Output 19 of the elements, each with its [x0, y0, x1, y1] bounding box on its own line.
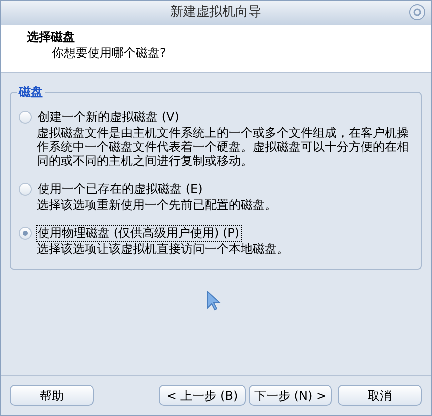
group-title: 磁盘: [17, 84, 45, 100]
option-description: 选择该选项重新使用一个先前已配置的磁盘。: [36, 198, 278, 212]
page-title: 选择磁盘: [27, 30, 76, 45]
radio-label[interactable]: 创建一个新的虚拟磁盘 (V): [36, 109, 182, 126]
cancel-button[interactable]: 取消: [338, 385, 422, 406]
page-subtitle: 你想要使用哪个磁盘?: [51, 45, 168, 61]
option-description: 选择该选项让该虚拟机直接访问一个本地磁盘。: [36, 242, 290, 256]
pointer-icon: [207, 291, 221, 311]
radio-button[interactable]: [19, 183, 32, 196]
window-title: 新建虚拟机向导: [170, 4, 262, 22]
close-icon[interactable]: [409, 4, 426, 21]
radio-label[interactable]: 使用一个已存在的虚拟磁盘 (E): [36, 181, 205, 198]
back-button[interactable]: < 上一步 (B): [159, 385, 246, 406]
radio-label[interactable]: 使用物理磁盘 (仅供高级用户使用) (P): [36, 225, 242, 242]
radio-button[interactable]: [19, 227, 32, 240]
next-button[interactable]: 下一步 (N) >: [249, 385, 332, 406]
help-button[interactable]: 帮助: [10, 385, 94, 406]
radio-button[interactable]: [19, 111, 32, 124]
option-description: 虚拟磁盘文件是由主机文件系统上的一个或多个文件组成，在客户机操作系统中一个磁盘文件代表着一个硬盘。虚拟磁盘可以十分方便的在相同的或不同的主机之间进行复制或移动。: [36, 126, 410, 168]
